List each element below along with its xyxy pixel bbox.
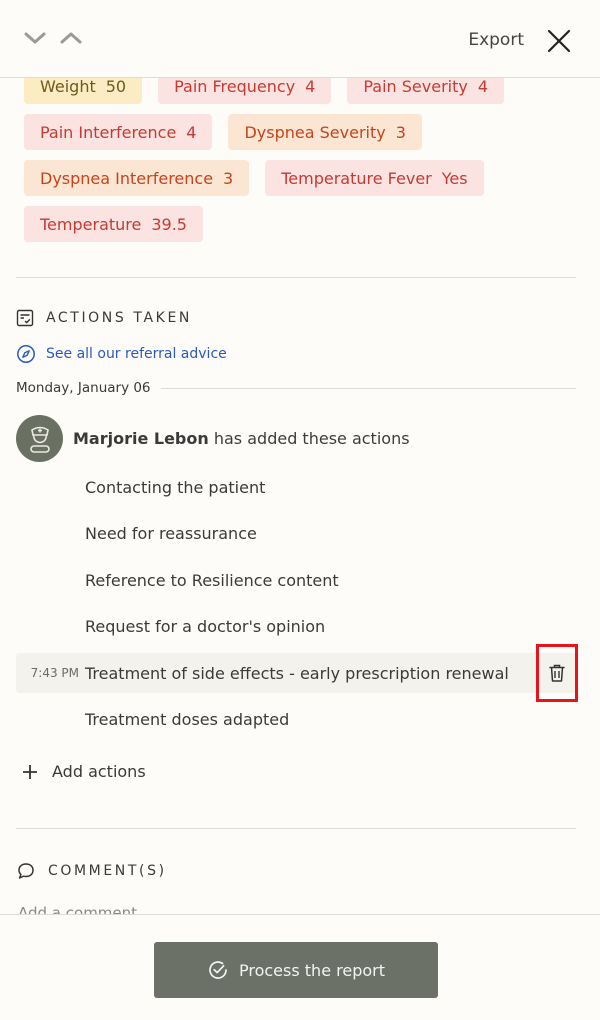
action-label: Treatment doses adapted [85, 709, 290, 729]
tag-dyspnea-severity: Dyspnea Severity 3 [228, 114, 422, 150]
list-item: Request for a doctor's opinion [16, 606, 576, 646]
list-item-hovered[interactable]: 7:43 PM Treatment of side effects - earl… [16, 644, 578, 702]
referral-advice-link[interactable]: See all our referral advice [16, 344, 227, 364]
add-actions-label[interactable]: Add actions [52, 762, 146, 781]
delete-action-button[interactable] [536, 644, 578, 702]
compass-icon [17, 345, 35, 363]
list-item: Need for reassurance [16, 513, 576, 553]
tag-pain-interference: Pain Interference 4 [24, 114, 213, 150]
action-label: Need for reassurance [85, 523, 257, 543]
report-content: Weight 50 Pain Frequency 4 Pain Severity 4 … [0, 78, 600, 914]
add-actions-button[interactable]: Add actions [22, 762, 146, 781]
referral-link-label[interactable]: See all our referral advice [46, 346, 227, 362]
section-divider [16, 828, 576, 829]
tag-pain-severity: Pain Severity 4 [347, 78, 505, 104]
action-author: Marjorie Lebon has added these actions [16, 415, 410, 462]
author-line: Marjorie Lebon has added these actions [73, 429, 410, 448]
tag-temperature-fever: Temperature Fever Yes [265, 160, 484, 196]
list-item: Contacting the patient [16, 467, 576, 507]
action-label: Contacting the patient [85, 477, 266, 497]
tag-dyspnea-interference: Dyspnea Interference 3 [24, 160, 250, 196]
avatar [16, 415, 63, 462]
section-divider [16, 277, 576, 278]
checklist-icon [16, 309, 34, 327]
list-item: Reference to Resilience content [16, 560, 576, 600]
date-separator: Monday, January 06 [16, 380, 576, 396]
plus-icon [23, 764, 37, 779]
comments-section-title: COMMENT(S) [48, 863, 167, 879]
process-report-button[interactable]: Process the report [154, 942, 438, 998]
process-report-label[interactable]: Process the report [239, 961, 385, 980]
symptom-tags: Weight 50 Pain Frequency 4 Pain Severity 4 … [24, 78, 584, 242]
action-label: Request for a doctor's opinion [85, 616, 326, 636]
tag-temperature: Temperature 39.5 [24, 206, 203, 242]
comments-section-header: COMMENT(S) [16, 861, 167, 881]
nurse-avatar-icon [29, 426, 50, 453]
action-time: 7:43 PM [30, 666, 79, 680]
footer-bar: Process the report [0, 914, 600, 1020]
action-label: Treatment of side effects - early prescr… [85, 663, 509, 683]
check-circle-icon [209, 961, 227, 979]
tag-pain-frequency: Pain Frequency 4 [158, 78, 332, 104]
list-item: Treatment doses adapted [16, 699, 576, 739]
close-icon[interactable] [546, 28, 572, 54]
chevron-down-icon[interactable] [23, 26, 47, 50]
comment-bubble-icon [18, 863, 34, 879]
author-suffix: has added these actions [213, 429, 410, 448]
action-label: Reference to Resilience content [85, 570, 339, 590]
trash-icon [549, 664, 565, 682]
comment-input[interactable]: Add a comment [18, 904, 137, 914]
chevron-up-icon[interactable] [59, 26, 83, 50]
export-button[interactable]: Export [468, 30, 524, 50]
author-name: Marjorie Lebon [73, 429, 209, 448]
action-date: Monday, January 06 [16, 380, 151, 396]
tag-weight: Weight 50 [24, 78, 143, 104]
top-bar: Export [0, 0, 600, 78]
actions-section-title: ACTIONS TAKEN [46, 310, 192, 326]
actions-section-header: ACTIONS TAKEN [16, 309, 192, 327]
